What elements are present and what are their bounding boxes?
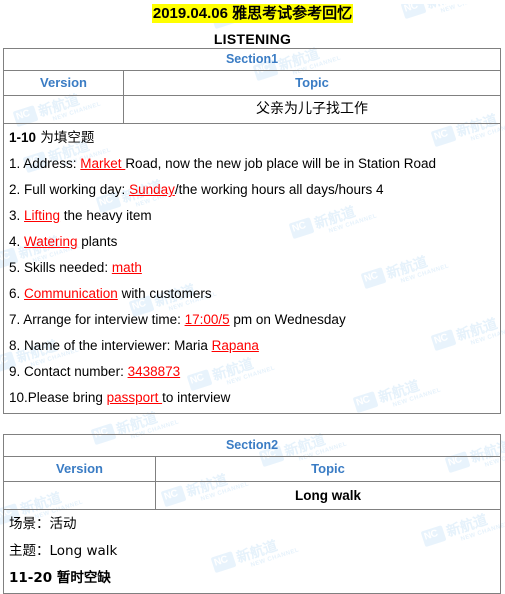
scene-label: 场景： — [9, 516, 50, 532]
q1-num: 1. — [9, 156, 24, 171]
table-row: Section2 — [2, 434, 502, 457]
q9-pre: Contact number: — [24, 364, 128, 379]
q5-num: 5. — [9, 260, 25, 275]
table-row: Long walk — [3, 481, 502, 510]
q8-answer: Rapana — [211, 338, 259, 353]
table-row: Section1 — [2, 48, 502, 71]
table-row: Version Topic — [3, 70, 502, 96]
q6-answer: Communication — [24, 286, 118, 301]
q9-num: 9. — [9, 364, 25, 379]
section1-intro-text: 为填空题 — [36, 130, 95, 146]
list-item: 6. Communication with customers — [9, 284, 495, 304]
table-row: 父亲为儿子找工作 — [3, 95, 502, 124]
q6-post: with customers — [117, 286, 212, 301]
list-item: 10.Please bring passport to interview — [9, 388, 495, 408]
section1-version-value — [3, 95, 124, 124]
status-text: 暂时空缺 — [52, 570, 111, 586]
q8-pre: Name of the interviewer: Maria — [24, 338, 212, 353]
table-row: 场景：活动 主题：Long walk 11-20 暂时空缺 — [2, 509, 502, 594]
q10-answer: passport — [106, 390, 163, 405]
theme-label: 主题： — [9, 543, 50, 559]
q7-num: 7. — [9, 312, 24, 327]
q3-post: the heavy item — [60, 208, 152, 223]
q10-post: to interview — [162, 390, 231, 405]
q5-pre: Skills needed: — [24, 260, 112, 275]
q4-num: 4. — [9, 234, 25, 249]
section2-col-topic: Topic — [154, 456, 502, 482]
list-item: 4. Watering plants — [9, 232, 495, 252]
section1-col-version: Version — [3, 70, 124, 96]
document-body: 2019.04.06 雅思考试参考回忆 LISTENING Section1 V… — [0, 4, 505, 594]
list-item: 1. Address: Market Road, now the new job… — [9, 154, 495, 174]
q3-answer: Lifting — [24, 208, 61, 223]
q6-num: 6. — [9, 286, 25, 301]
section2-topic-value: Long walk — [154, 481, 502, 510]
list-item: 9. Contact number: 3438873 — [9, 362, 495, 382]
q10-pre: Please bring — [27, 390, 107, 405]
q2-post: /the working hours all days/hours 4 — [174, 182, 384, 197]
q8-num: 8. — [9, 338, 25, 353]
section2-details-cell: 场景：活动 主题：Long walk 11-20 暂时空缺 — [2, 509, 502, 594]
list-item: 3. Lifting the heavy item — [9, 206, 495, 226]
theme-line: 主题：Long walk — [9, 541, 495, 561]
page-title: 2019.04.06 雅思考试参考回忆 — [0, 4, 505, 25]
section1-label: Section1 — [2, 48, 502, 71]
section1-intro: 1-10 为填空题 — [9, 128, 495, 148]
q7-answer: 17:00/5 — [184, 312, 230, 327]
page-title-text: 2019.04.06 雅思考试参考回忆 — [151, 4, 354, 23]
section2-version-value — [3, 481, 156, 510]
q2-num: 2. — [9, 182, 25, 197]
list-item: 5. Skills needed: math — [9, 258, 495, 278]
q4-answer: Watering — [24, 234, 78, 249]
section1-table: Section1 Version Topic 父亲为儿子找工作 1-10 为填空… — [2, 48, 502, 414]
q2-pre: Full working day: — [24, 182, 130, 197]
q4-post: plants — [77, 234, 118, 249]
q10-num: 10. — [9, 390, 28, 405]
q2-answer: Sunday — [129, 182, 175, 197]
page-subtitle: LISTENING — [213, 31, 292, 47]
q5-answer: math — [111, 260, 142, 275]
status-line: 11-20 暂时空缺 — [9, 568, 495, 588]
section1-answers-cell: 1-10 为填空题 1. Address: Market Road, now t… — [2, 123, 502, 414]
table-row: Version Topic — [3, 456, 502, 482]
table-row: 1-10 为填空题 1. Address: Market Road, now t… — [2, 123, 502, 414]
list-item: 2. Full working day: Sunday/the working … — [9, 180, 495, 200]
section2-col-version: Version — [3, 456, 156, 482]
list-item: 8. Name of the interviewer: Maria Rapana — [9, 336, 495, 356]
list-item: 7. Arrange for interview time: 17:00/5 p… — [9, 310, 495, 330]
q3-num: 3. — [9, 208, 25, 223]
scene-value: 活动 — [49, 516, 77, 532]
theme-value: Long walk — [49, 543, 118, 559]
q1-answer: Market — [80, 156, 126, 171]
q7-post: pm on Wednesday — [229, 312, 346, 327]
q1-pre: Address: — [23, 156, 81, 171]
section1-col-topic: Topic — [122, 70, 502, 96]
q7-pre: Arrange for interview time: — [23, 312, 185, 327]
q1-post: Road, now the new job place will be in S… — [125, 156, 437, 171]
section1-intro-range: 1-10 — [9, 130, 37, 145]
section2-table: Section2 Version Topic Long walk 场景：活动 主… — [2, 434, 502, 594]
status-range: 11-20 — [9, 570, 53, 586]
scene-line: 场景：活动 — [9, 514, 495, 534]
q9-answer: 3438873 — [127, 364, 181, 379]
section1-topic-value: 父亲为儿子找工作 — [122, 95, 502, 124]
section2-label: Section2 — [2, 434, 502, 457]
